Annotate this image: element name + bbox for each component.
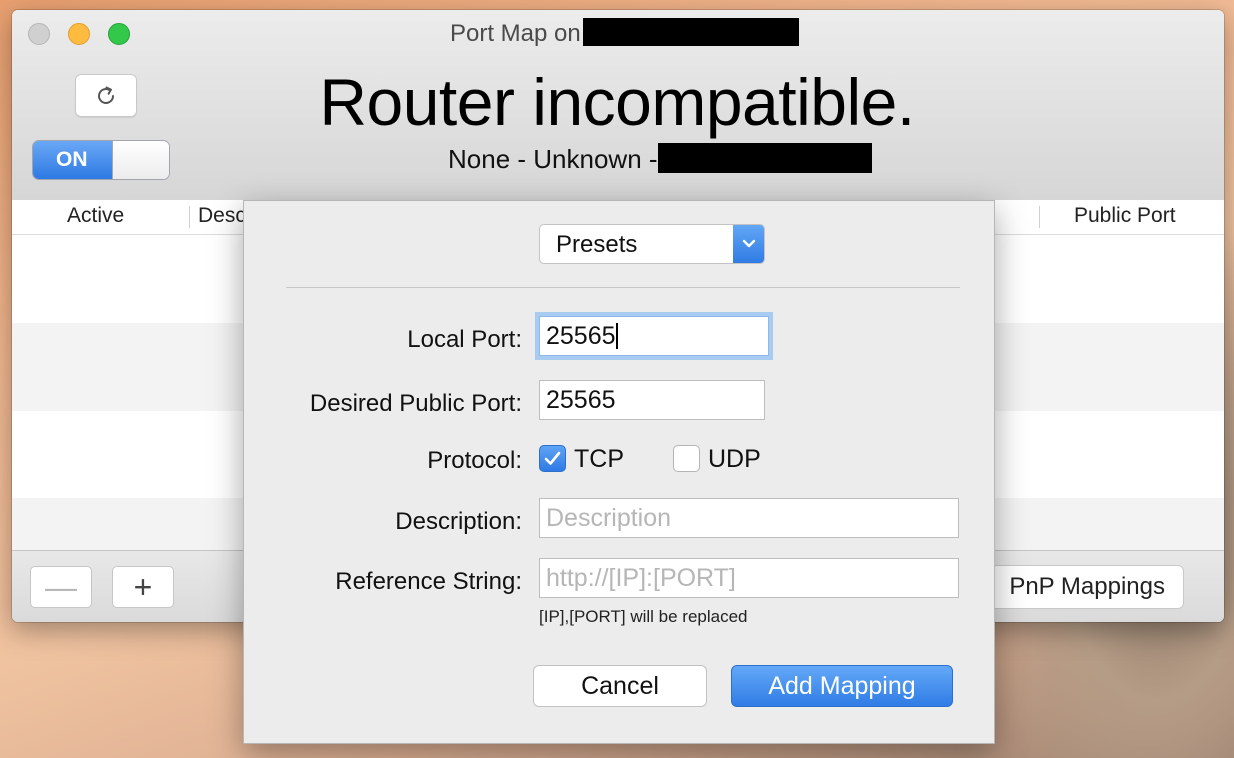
reference-string-placeholder: http://[IP]:[PORT] bbox=[546, 564, 736, 592]
presets-selected-value: Presets bbox=[556, 231, 638, 258]
redacted-host-name bbox=[582, 17, 799, 46]
column-header-description[interactable]: Desc bbox=[198, 204, 246, 228]
local-port-value: 25565 bbox=[546, 322, 616, 350]
close-window-button[interactable] bbox=[28, 23, 50, 45]
udp-checkbox[interactable] bbox=[673, 445, 700, 472]
udp-label[interactable]: UDP bbox=[708, 445, 761, 474]
window-title: Port Map on bbox=[450, 17, 799, 49]
column-divider bbox=[189, 206, 190, 228]
add-mapping-sheet: Presets Local Port: 25565 Desired Public… bbox=[243, 200, 995, 744]
redacted-router-address bbox=[657, 143, 872, 174]
reference-string-label: Reference String: bbox=[335, 568, 522, 595]
add-mapping-button[interactable]: + bbox=[112, 566, 174, 608]
checkmark-icon bbox=[544, 451, 561, 465]
column-header-active[interactable]: Active bbox=[67, 204, 124, 228]
text-caret bbox=[615, 323, 618, 349]
reference-hint-text: [IP],[PORT] will be replaced bbox=[539, 607, 748, 626]
description-label: Description: bbox=[395, 508, 522, 535]
window-title-text: Port Map on bbox=[450, 20, 581, 47]
column-header-public-port[interactable]: Public Port bbox=[1074, 204, 1176, 228]
cancel-button[interactable]: Cancel bbox=[533, 665, 707, 707]
column-divider bbox=[1039, 206, 1040, 228]
sheet-divider bbox=[286, 287, 960, 288]
local-port-field[interactable]: 25565 bbox=[539, 316, 769, 356]
upnp-mappings-label: PnP Mappings bbox=[1009, 573, 1165, 600]
switch-on-label: ON bbox=[33, 141, 113, 179]
description-placeholder: Description bbox=[546, 504, 672, 532]
desired-public-port-label: Desired Public Port: bbox=[309, 390, 522, 417]
router-status-subtitle: None - Unknown - bbox=[448, 143, 872, 176]
minus-icon: — bbox=[45, 569, 77, 605]
plus-icon: + bbox=[133, 569, 153, 605]
titlebar: Port Map on ON Router incompatible. None… bbox=[12, 10, 1224, 201]
chevron-down-icon bbox=[733, 225, 764, 263]
local-port-label: Local Port: bbox=[407, 326, 522, 353]
add-mapping-button-label: Add Mapping bbox=[768, 671, 916, 700]
desired-public-port-value: 25565 bbox=[546, 386, 616, 414]
switch-knob[interactable] bbox=[112, 141, 169, 179]
add-mapping-confirm-button[interactable]: Add Mapping bbox=[731, 665, 953, 707]
minimize-window-button[interactable] bbox=[68, 23, 90, 45]
reference-string-field[interactable]: http://[IP]:[PORT] bbox=[539, 558, 959, 598]
tcp-label[interactable]: TCP bbox=[574, 445, 624, 474]
router-status-subtitle-text: None - Unknown - bbox=[448, 144, 658, 174]
cancel-button-label: Cancel bbox=[581, 671, 659, 700]
presets-dropdown[interactable]: Presets bbox=[539, 224, 765, 264]
zoom-window-button[interactable] bbox=[108, 23, 130, 45]
remove-mapping-button[interactable]: — bbox=[30, 566, 92, 608]
desired-public-port-field[interactable]: 25565 bbox=[539, 380, 765, 420]
on-off-switch[interactable]: ON bbox=[32, 140, 170, 180]
description-field[interactable]: Description bbox=[539, 498, 959, 538]
protocol-label: Protocol: bbox=[427, 447, 522, 474]
tcp-checkbox[interactable] bbox=[539, 445, 566, 472]
router-status-title: Router incompatible. bbox=[319, 65, 915, 139]
